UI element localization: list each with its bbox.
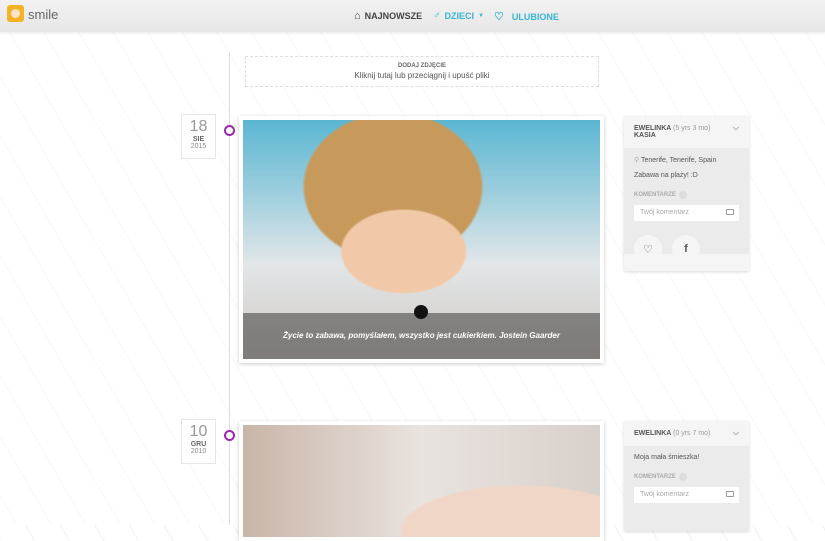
- nav-label: ULUBIONE: [511, 11, 559, 22]
- post-date: 18 SIE 2015: [181, 114, 216, 159]
- post-details: EWELINKA (5 yrs 3 mo) KASIA ⌵ ⚲ Tenerife…: [624, 116, 749, 271]
- post-photo[interactable]: Życie to zabawa, pomyślałem, wszystko je…: [239, 116, 604, 363]
- heart-icon: ♡: [643, 243, 653, 256]
- upload-subtitle: Kliknij tutaj lub przeciągnij i upuść pl…: [354, 71, 490, 80]
- child-name[interactable]: EWELINKA: [634, 430, 671, 437]
- child-name[interactable]: EWELINKA: [634, 125, 671, 132]
- comments-label: KOMENTARZE: [634, 474, 676, 480]
- nav-dzieci[interactable]: ♂ DZIECI ▼: [433, 10, 484, 21]
- nav-ulubione[interactable]: ♡ ULUBIONE: [494, 10, 559, 23]
- heart-icon: ♡: [494, 11, 504, 23]
- nav-label: NAJNOWSZE: [364, 11, 423, 21]
- caret-down-icon: ▼: [478, 12, 484, 19]
- comments-heading: KOMENTARZE: [634, 473, 739, 481]
- comment-input[interactable]: Twój komentarz: [634, 487, 739, 503]
- brand-name[interactable]: smile: [28, 7, 58, 22]
- child-age: (5 yrs 3 mo): [673, 125, 711, 132]
- date-month: GRU: [190, 441, 207, 448]
- comment-placeholder: Twój komentarz: [640, 209, 690, 216]
- quote-pin-icon: [414, 305, 428, 319]
- like-button[interactable]: ♡: [634, 235, 662, 263]
- top-bar: smile ⌂ NAJNOWSZE ♂ DZIECI ▼ ♡ ULUBIONE: [0, 0, 825, 32]
- upload-dropzone[interactable]: DODAJ ZDJĘCIE Kliknij tutaj lub przeciąg…: [245, 56, 599, 87]
- date-year: 2010: [190, 448, 207, 455]
- comment-icon: [726, 491, 734, 497]
- chevron-down-icon[interactable]: ⌵: [733, 123, 739, 133]
- caption-text: Życie to zabawa, pomyślałem, wszystko je…: [282, 331, 560, 340]
- post-header: EWELINKA (5 yrs 3 mo) KASIA ⌵: [624, 116, 749, 148]
- nav-label: DZIECI: [444, 10, 475, 21]
- timeline-line: [229, 52, 230, 525]
- timeline-dot: [224, 430, 235, 441]
- date-day: 10: [189, 423, 208, 440]
- logo-icon[interactable]: [7, 5, 24, 22]
- facebook-icon: f: [684, 243, 688, 255]
- post-header: EWELINKA (0 yrs 7 mo) ⌵: [624, 421, 749, 446]
- post-details: EWELINKA (0 yrs 7 mo) ⌵ Moja mała śmiesz…: [624, 421, 749, 531]
- post-text: Moja mała śmieszka!: [634, 454, 700, 461]
- child-age: (0 yrs 7 mo): [673, 430, 711, 437]
- location-text: Tenerife, Tenerife, Spain: [640, 157, 717, 164]
- timeline-dot: [224, 125, 235, 136]
- comment-count-icon: [678, 473, 687, 481]
- nav-najnowsze[interactable]: ⌂ NAJNOWSZE: [354, 10, 422, 22]
- post-photo[interactable]: [239, 421, 604, 541]
- photo-caption: Życie to zabawa, pomyślałem, wszystko je…: [243, 305, 600, 359]
- comment-input[interactable]: Twój komentarz: [634, 205, 739, 221]
- comment-placeholder: Twój komentarz: [640, 491, 690, 498]
- comments-label: KOMENTARZE: [634, 192, 676, 198]
- date-year: 2015: [190, 143, 207, 150]
- home-icon: ⌂: [354, 10, 361, 22]
- date-month: SIE: [192, 136, 205, 143]
- photo-image: [243, 425, 600, 537]
- facebook-share-button[interactable]: f: [672, 235, 700, 263]
- location: ⚲ Tenerife, Tenerife, Spain: [634, 156, 739, 164]
- child-name-2[interactable]: KASIA: [634, 132, 656, 139]
- post-date: 10 GRU 2010: [181, 419, 216, 464]
- chevron-down-icon[interactable]: ⌵: [733, 428, 739, 438]
- photo-image: Życie to zabawa, pomyślałem, wszystko je…: [243, 120, 600, 359]
- date-day: 18: [189, 118, 208, 135]
- comments-heading: KOMENTARZE: [634, 191, 739, 199]
- location-pin-icon: ⚲: [634, 157, 640, 164]
- comment-count-icon: [678, 191, 687, 199]
- comment-icon: [726, 209, 734, 215]
- child-icon: ♂: [433, 10, 441, 21]
- post-text: Zabawa na plaży! :D: [634, 172, 698, 179]
- upload-title: DODAJ ZDJĘCIE: [397, 63, 446, 69]
